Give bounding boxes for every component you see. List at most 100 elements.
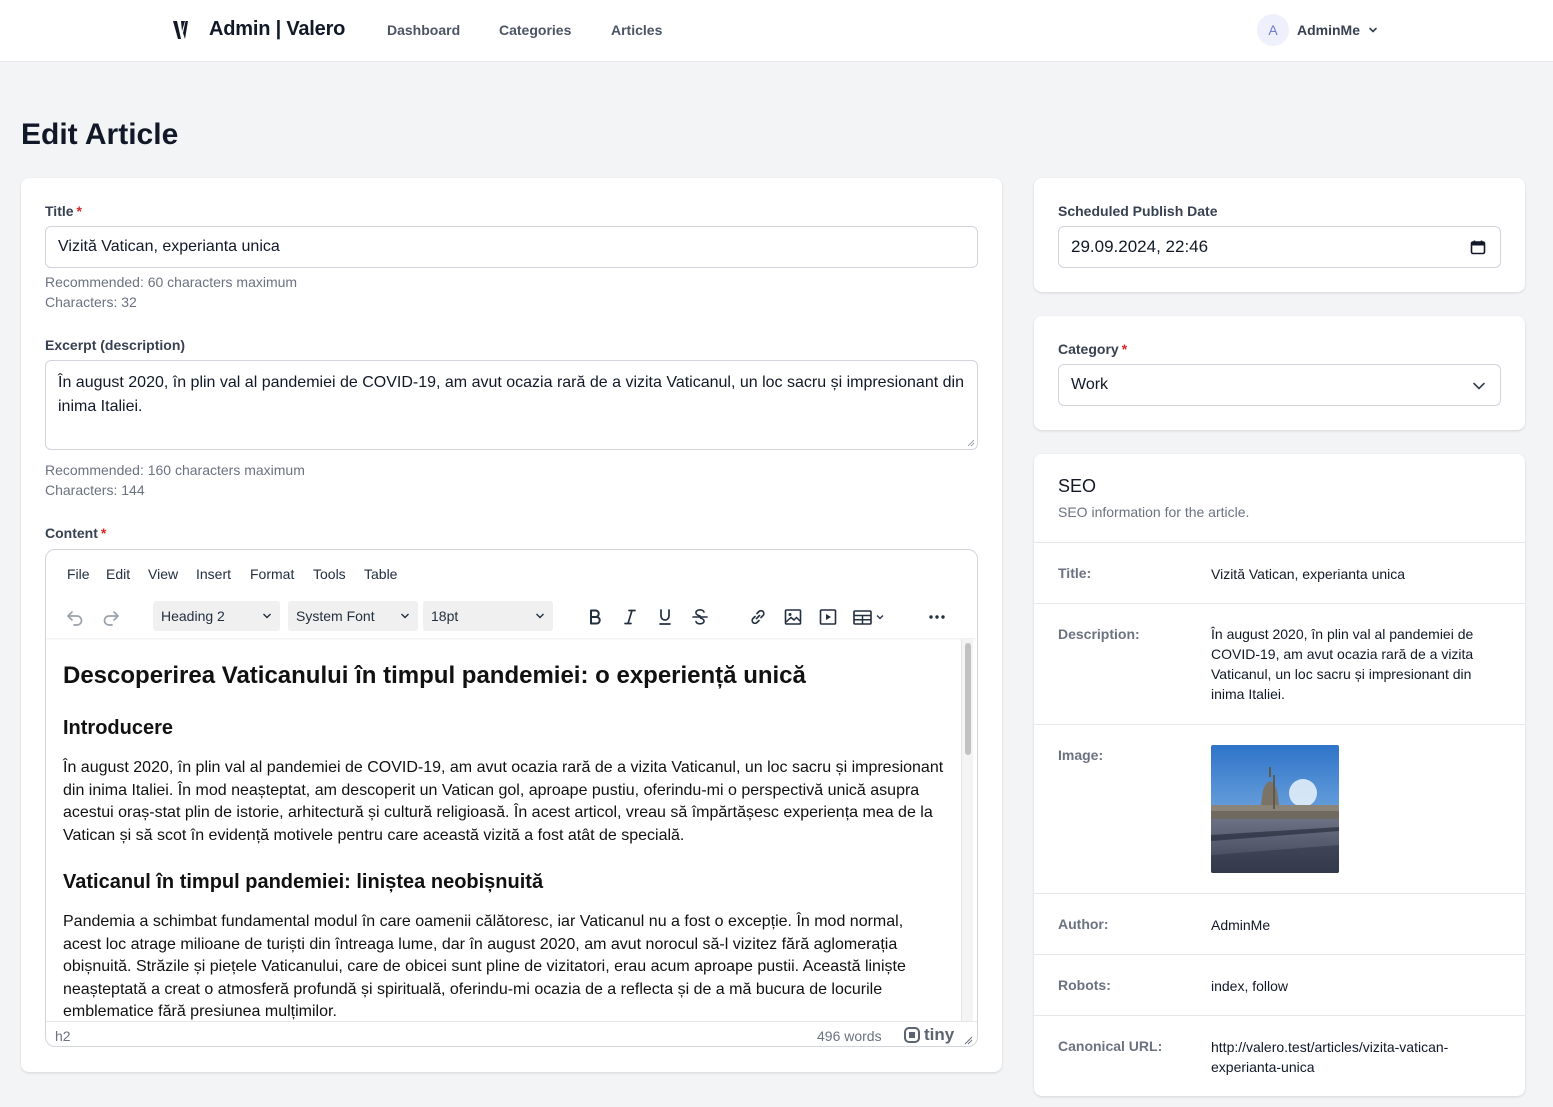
seo-row-canonical: Canonical URL: http://valero.test/articl…: [1034, 1015, 1525, 1096]
title-character-count: Characters: 32: [45, 294, 137, 310]
seo-key: Description:: [1058, 626, 1140, 642]
resize-grip-icon[interactable]: [963, 1035, 973, 1045]
content-label-text: Content: [45, 525, 98, 541]
menu-file[interactable]: File: [67, 566, 90, 582]
seo-value: În august 2020, în plin val al pandemiei…: [1211, 626, 1474, 702]
block-format-select[interactable]: Heading 2: [153, 601, 280, 631]
seo-value: index, follow: [1211, 978, 1289, 994]
chevron-down-icon: [263, 613, 271, 619]
italic-icon[interactable]: [616, 603, 644, 631]
seo-row-author: Author: AdminMe: [1034, 893, 1525, 954]
editor-toolbar: Heading 2 System Font 18pt: [46, 596, 977, 638]
seo-value: Vizită Vatican, experianta unica: [1211, 566, 1406, 582]
tiny-logo-icon: [904, 1027, 920, 1043]
rich-text-editor: File Edit View Insert Format Tools Table…: [45, 549, 978, 1047]
content-paragraph: Pandemia a schimbat fundamental modul în…: [63, 913, 906, 1020]
seo-row-image: Image:: [1034, 724, 1525, 893]
image-icon[interactable]: [779, 603, 807, 631]
table-icon[interactable]: [849, 603, 893, 631]
tiny-brand-text: tiny: [924, 1025, 955, 1044]
excerpt-textarea[interactable]: În august 2020, în plin val al pandemiei…: [45, 360, 978, 450]
word-count[interactable]: 496 words: [817, 1028, 882, 1044]
schedule-label: Scheduled Publish Date: [1058, 203, 1218, 219]
title-input-value: Vizită Vatican, experianta unica: [58, 238, 280, 255]
schedule-card: Scheduled Publish Date 29.09.2024, 22:46: [1034, 178, 1525, 292]
schedule-value: 29.09.2024, 22:46: [1071, 237, 1209, 256]
chevron-down-icon: [1473, 382, 1485, 390]
menu-format[interactable]: Format: [250, 566, 294, 582]
category-card: Category * Work: [1034, 316, 1525, 430]
user-name: AdminMe: [1297, 22, 1360, 38]
excerpt-character-count: Characters: 144: [45, 482, 145, 498]
category-value: Work: [1071, 376, 1109, 393]
media-icon[interactable]: [814, 603, 842, 631]
editor-scrollbar[interactable]: [961, 639, 973, 1021]
seo-card-subtitle: SEO information for the article.: [1058, 504, 1250, 520]
title-input[interactable]: Vizită Vatican, experianta unica: [45, 226, 978, 268]
menu-insert[interactable]: Insert: [196, 566, 231, 582]
seo-key: Canonical URL:: [1058, 1038, 1163, 1054]
scrollbar-thumb[interactable]: [965, 643, 971, 755]
seo-card: SEO SEO information for the article. Tit…: [1034, 454, 1525, 1096]
nav-dashboard[interactable]: Dashboard: [387, 22, 460, 38]
editor-statusbar: h2 496 words tiny: [46, 1021, 977, 1046]
content-paragraph: În august 2020, în plin val al pandemiei…: [63, 759, 944, 844]
title-recommended-hint: Recommended: 60 characters maximum: [45, 274, 298, 290]
brand-title[interactable]: Admin | Valero: [209, 18, 345, 41]
brand-logo-icon[interactable]: [172, 18, 190, 42]
title-label-text: Title: [45, 203, 74, 219]
content-heading-section: Vaticanul în timpul pandemiei: liniștea …: [63, 871, 544, 893]
required-marker: *: [1121, 341, 1128, 357]
chevron-down-icon: [536, 613, 544, 619]
page-title: Edit Article: [21, 118, 179, 151]
menu-table[interactable]: Table: [364, 566, 397, 582]
avatar: A: [1257, 14, 1289, 46]
font-size-select[interactable]: 18pt: [423, 601, 553, 631]
element-path[interactable]: h2: [55, 1028, 71, 1044]
font-size-value: 18pt: [431, 608, 459, 624]
category-label-text: Category: [1058, 341, 1119, 357]
more-icon[interactable]: [923, 603, 951, 631]
seo-row-title: Title: Vizită Vatican, experianta unica: [1034, 542, 1525, 603]
calendar-icon[interactable]: [1470, 239, 1486, 255]
underline-icon[interactable]: [651, 603, 679, 631]
user-menu-button[interactable]: A AdminMe: [1257, 14, 1379, 46]
required-marker: *: [76, 203, 82, 219]
content-heading-intro: Introducere: [63, 717, 174, 739]
undo-icon[interactable]: [61, 603, 89, 631]
category-select[interactable]: Work: [1058, 364, 1501, 406]
content-label: Content *: [45, 525, 106, 541]
seo-row-description: Description: În august 2020, în plin val…: [1034, 603, 1525, 724]
editor-menubar: File Edit View Insert Format Tools Table: [46, 550, 977, 596]
resize-grip-icon[interactable]: [965, 437, 975, 447]
chevron-down-icon: [401, 613, 409, 619]
tiny-branding[interactable]: tiny: [904, 1025, 954, 1045]
seo-card-title: SEO: [1058, 476, 1097, 496]
font-family-value: System Font: [296, 608, 375, 624]
title-label: Title *: [45, 203, 82, 219]
content-heading-1: Descoperirea Vaticanului în timpul pande…: [63, 662, 806, 689]
link-icon[interactable]: [744, 603, 772, 631]
menu-view[interactable]: View: [148, 566, 178, 582]
top-navbar: Admin | Valero Dashboard Categories Arti…: [0, 0, 1553, 62]
menu-edit[interactable]: Edit: [106, 566, 130, 582]
redo-icon[interactable]: [97, 603, 125, 631]
article-thumbnail: [1211, 745, 1339, 873]
editor-content-area[interactable]: Descoperirea Vaticanului în timpul pande…: [46, 639, 960, 1021]
seo-key: Author:: [1058, 916, 1109, 932]
nav-articles[interactable]: Articles: [611, 22, 662, 38]
font-family-select[interactable]: System Font: [288, 601, 418, 631]
strikethrough-icon[interactable]: [686, 603, 714, 631]
menu-tools[interactable]: Tools: [313, 566, 346, 582]
seo-value: http://valero.test/articles/vizita-vatic…: [1211, 1039, 1449, 1075]
bold-icon[interactable]: [581, 603, 609, 631]
required-marker: *: [100, 525, 107, 541]
nav-categories[interactable]: Categories: [499, 22, 571, 38]
excerpt-recommended-hint: Recommended: 160 characters maximum: [45, 462, 305, 478]
seo-value: AdminMe: [1211, 917, 1271, 933]
schedule-datetime-input[interactable]: 29.09.2024, 22:46: [1058, 226, 1501, 268]
excerpt-value: În august 2020, în plin val al pandemiei…: [58, 374, 964, 415]
block-format-value: Heading 2: [161, 608, 225, 624]
excerpt-label: Excerpt (description): [45, 337, 186, 353]
article-form-card: Title * Vizită Vatican, experianta unica …: [21, 178, 1002, 1072]
